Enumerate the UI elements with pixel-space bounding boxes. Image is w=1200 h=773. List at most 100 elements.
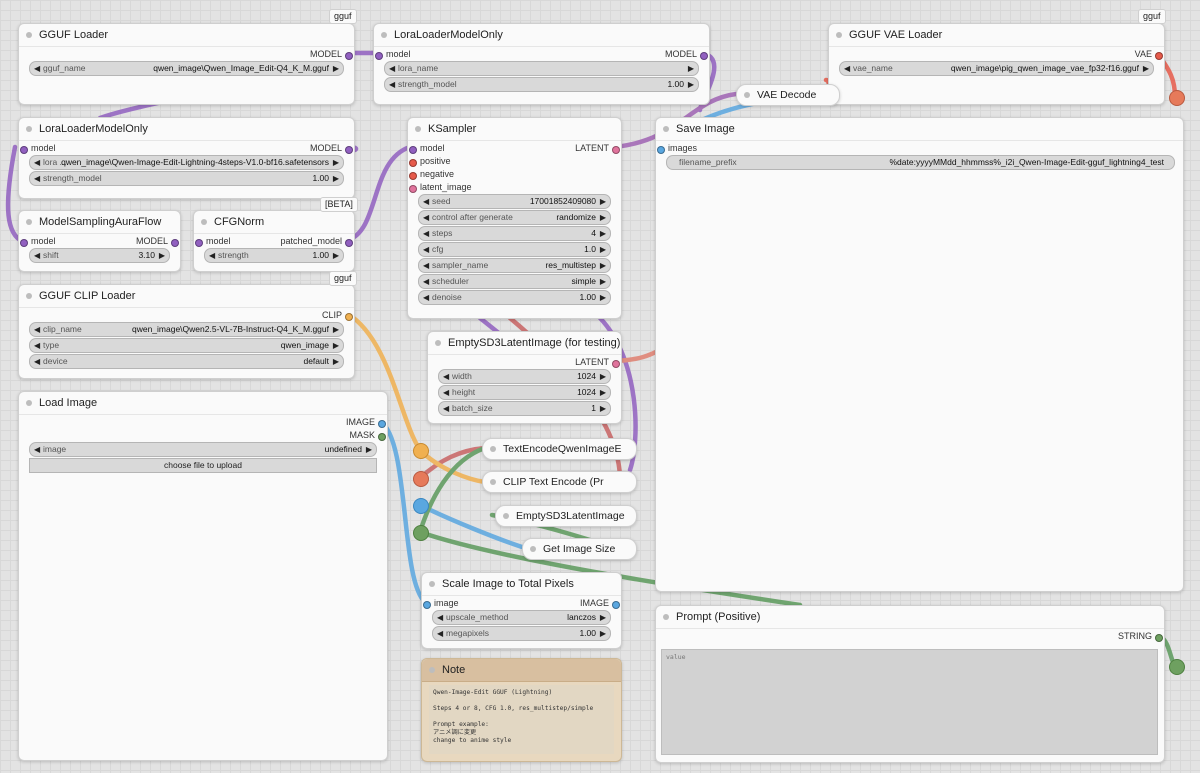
node-title[interactable]: Load Image (19, 392, 387, 415)
node-title[interactable]: Scale Image to Total Pixels (422, 573, 621, 596)
type-combo[interactable]: ◀ type qwen_image ▶ (29, 338, 344, 353)
clip-text-encode-node[interactable]: CLIP Text Encode (Pr (482, 471, 637, 493)
node-title[interactable]: CFGNorm (194, 211, 354, 234)
collapse-dot[interactable] (201, 219, 207, 225)
node-title[interactable]: Prompt (Positive) (656, 606, 1164, 629)
collapse-dot[interactable] (663, 126, 669, 132)
output-image[interactable]: IMAGE (346, 417, 387, 428)
output-mask[interactable]: MASK (349, 430, 387, 441)
model-sampling-auraflow-node[interactable]: ModelSamplingAuraFlow model MODEL ◀ shift… (18, 210, 181, 272)
shift-number[interactable]: ◀ shift 3.10 ▶ (29, 248, 170, 263)
node-title[interactable]: GGUF Loader (19, 24, 354, 47)
input-negative[interactable]: negative (408, 169, 454, 180)
collapse-dot[interactable] (415, 126, 421, 132)
text-encode-qwen-node[interactable]: TextEncodeQwenImageE (482, 438, 637, 460)
lora-loader-left-node[interactable]: LoraLoaderModelOnly model MODEL ◀ lora ..… (18, 117, 355, 199)
node-title[interactable]: Note (422, 659, 621, 682)
cfgnorm-node[interactable]: CFGNorm model patched_model ◀ strength 1.0… (193, 210, 355, 272)
cfg-number[interactable]: ◀ cfg 1.0 ▶ (418, 242, 611, 257)
input-model[interactable]: model (194, 236, 231, 247)
collapse-dot[interactable] (490, 446, 496, 452)
output-model[interactable]: MODEL (136, 236, 180, 247)
upscale-method-combo[interactable]: ◀ upscale_method lanczos ▶ (432, 610, 611, 625)
output-image[interactable]: IMAGE (580, 598, 621, 609)
batch-size-number[interactable]: ◀ batch_size 1 ▶ (438, 401, 611, 416)
collapse-dot[interactable] (26, 400, 32, 406)
strength-number[interactable]: ◀ strength 1.00 ▶ (204, 248, 344, 263)
prompt-textarea[interactable]: value (661, 649, 1158, 755)
output-latent[interactable]: LATENT (575, 357, 621, 368)
input-model[interactable]: model (408, 143, 445, 154)
collapse-dot[interactable] (663, 614, 669, 620)
collapse-dot[interactable] (435, 340, 441, 346)
output-model[interactable]: MODEL (665, 49, 709, 60)
strength-model-number[interactable]: ◀ strength_model 1.00 ▶ (29, 171, 344, 186)
node-title[interactable]: KSampler (408, 118, 621, 141)
output-vae[interactable]: VAE (1135, 49, 1164, 60)
load-image-node[interactable]: Load Image IMAGE MASK ◀ image undefined ▶ c… (18, 391, 388, 761)
save-image-node[interactable]: Save Image images filename_prefix %date:y… (655, 117, 1184, 592)
input-positive[interactable]: positive (408, 156, 451, 167)
gguf-name-combo[interactable]: ◀ gguf_name qwen_image\Qwen_Image_Edit-Q4_… (29, 61, 344, 76)
node-title[interactable]: GGUF CLIP Loader (19, 285, 354, 308)
reroute-string[interactable] (413, 525, 429, 541)
scale-image-node[interactable]: Scale Image to Total Pixels image IMAGE … (421, 572, 622, 649)
empty-sd3-latent-node[interactable]: EmptySD3LatentImage (for testing) LATENT… (427, 331, 622, 424)
node-title[interactable]: LoraLoaderModelOnly (374, 24, 709, 47)
gguf-vae-loader-node[interactable]: GGUF VAE Loader VAE ◀ vae_name qwen_image\… (828, 23, 1165, 105)
control-after-generate-combo[interactable]: ◀ control after generate randomize ▶ (418, 210, 611, 225)
collapse-dot[interactable] (836, 32, 842, 38)
input-latent-image[interactable]: latent_image (408, 182, 472, 193)
node-title[interactable]: ModelSamplingAuraFlow (19, 211, 180, 234)
note-node[interactable]: Note Qwen-Image-Edit GGUF (Lightning) St… (421, 658, 622, 762)
collapse-dot[interactable] (530, 546, 536, 552)
choose-file-button[interactable]: choose file to upload (29, 458, 377, 473)
collapse-dot[interactable] (26, 126, 32, 132)
reroute-vae[interactable] (413, 471, 429, 487)
output-model[interactable]: MODEL (310, 49, 354, 60)
filename-prefix-input[interactable]: filename_prefix %date:yyyyMMdd_hhmmss%_i2… (666, 155, 1175, 170)
input-model[interactable]: model (374, 49, 411, 60)
vae-decode-node[interactable]: VAE Decode (736, 84, 840, 106)
image-combo[interactable]: ◀ image undefined ▶ (29, 442, 377, 457)
ksampler-node[interactable]: KSampler model positive negative latent_… (407, 117, 622, 319)
collapse-dot[interactable] (429, 667, 435, 673)
lora-name-combo[interactable]: ◀ lora ... qwen_image\Qwen-Image-Edit-Ligh… (29, 155, 344, 170)
collapse-dot[interactable] (503, 513, 509, 519)
note-text[interactable]: Qwen-Image-Edit GGUF (Lightning) Steps 4… (429, 685, 614, 754)
height-number[interactable]: ◀ height 1024 ▶ (438, 385, 611, 400)
lora-name-combo[interactable]: ◀ lora_name ▶ (384, 61, 699, 76)
output-clip[interactable]: CLIP (322, 310, 354, 321)
reroute-clip[interactable] (413, 443, 429, 459)
collapse-dot[interactable] (490, 479, 496, 485)
node-title[interactable]: EmptySD3LatentImage (for testing) (428, 332, 621, 355)
steps-number[interactable]: ◀ steps 4 ▶ (418, 226, 611, 241)
node-title[interactable]: GGUF VAE Loader (829, 24, 1164, 47)
collapse-dot[interactable] (26, 32, 32, 38)
gguf-clip-loader-node[interactable]: GGUF CLIP Loader CLIP ◀ clip_name qwen_ima… (18, 284, 355, 379)
collapse-dot[interactable] (26, 219, 32, 225)
reroute-string-right[interactable] (1169, 659, 1185, 675)
node-title[interactable]: LoraLoaderModelOnly (19, 118, 354, 141)
seed-number[interactable]: ◀ seed 17001852409080 ▶ (418, 194, 611, 209)
input-model[interactable]: model (19, 143, 56, 154)
get-image-size-node[interactable]: Get Image Size (522, 538, 637, 560)
output-patched-model[interactable]: patched_model (280, 236, 354, 247)
reroute-image[interactable] (413, 498, 429, 514)
clip-name-combo[interactable]: ◀ clip_name qwen_image\Qwen2.5-VL-7B-Instr… (29, 322, 344, 337)
megapixels-number[interactable]: ◀ megapixels 1.00 ▶ (432, 626, 611, 641)
gguf-loader-node[interactable]: GGUF Loader MODEL ◀ gguf_name qwen_image\Q… (18, 23, 355, 105)
collapse-dot[interactable] (381, 32, 387, 38)
input-images[interactable]: images (656, 143, 697, 154)
reroute-vae-right[interactable] (1169, 90, 1185, 106)
device-combo[interactable]: ◀ device default ▶ (29, 354, 344, 369)
collapse-dot[interactable] (429, 581, 435, 587)
empty-sd3-collapsed-node[interactable]: EmptySD3LatentImage (495, 505, 637, 527)
input-model[interactable]: model (19, 236, 56, 247)
vae-name-combo[interactable]: ◀ vae_name qwen_image\pig_qwen_image_vae_f… (839, 61, 1154, 76)
scheduler-combo[interactable]: ◀ scheduler simple ▶ (418, 274, 611, 289)
output-string[interactable]: STRING (1118, 631, 1164, 642)
denoise-number[interactable]: ◀ denoise 1.00 ▶ (418, 290, 611, 305)
width-number[interactable]: ◀ width 1024 ▶ (438, 369, 611, 384)
output-latent[interactable]: LATENT (575, 143, 621, 154)
